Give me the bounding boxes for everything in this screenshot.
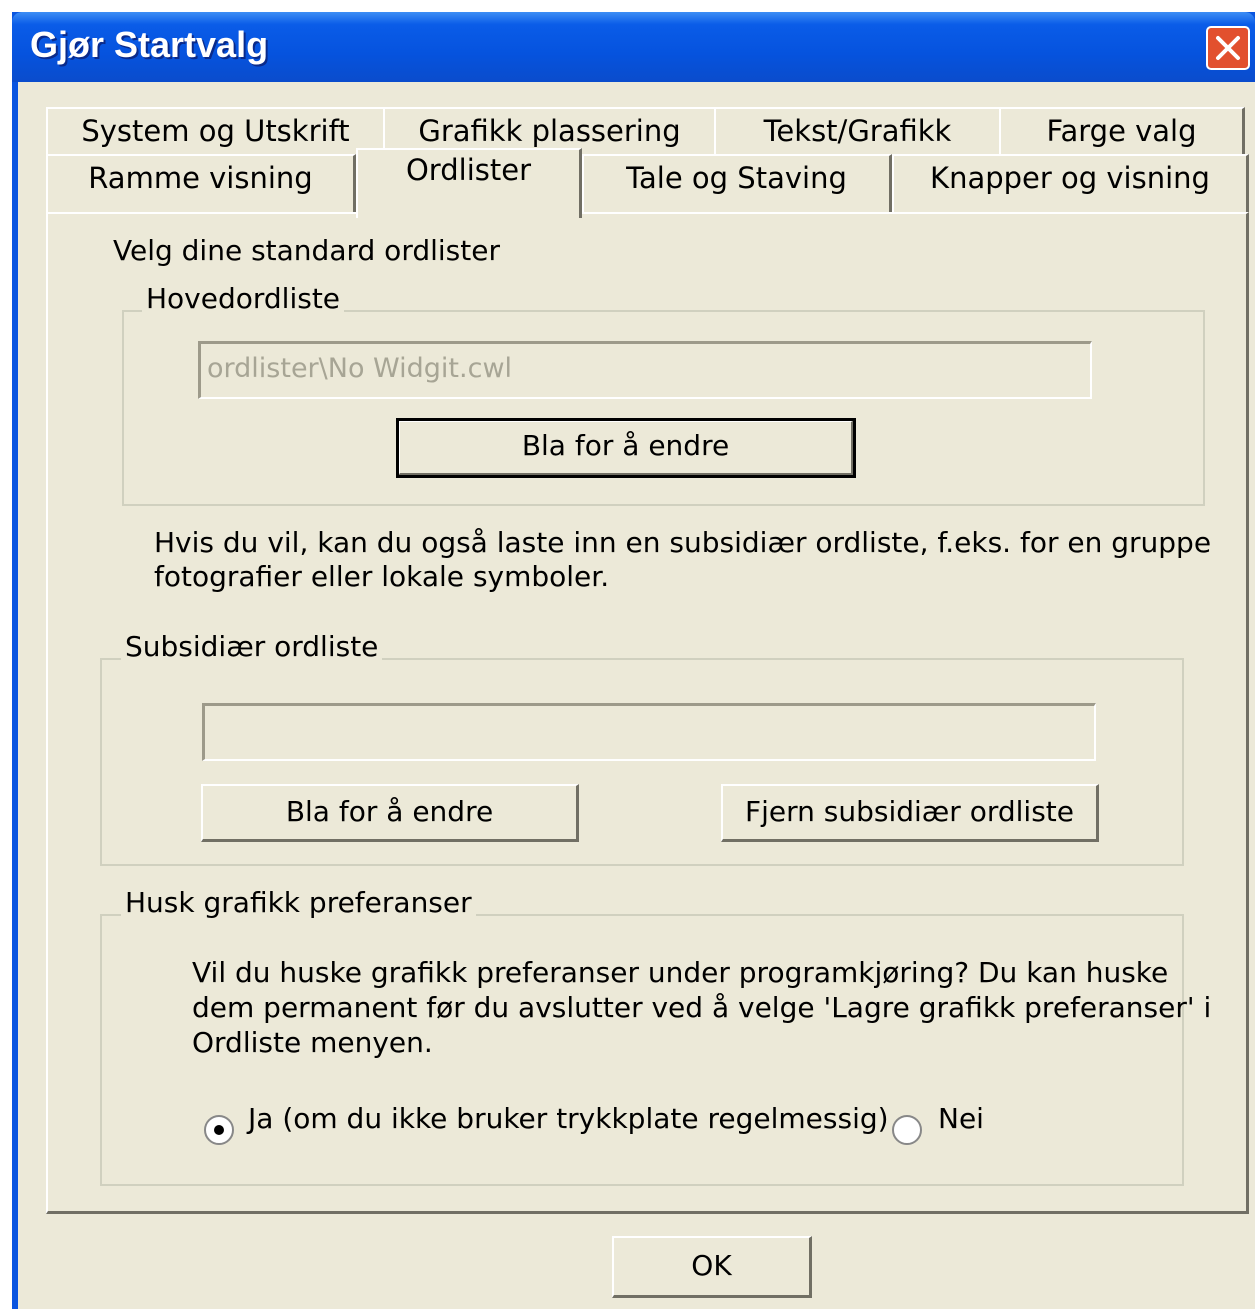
subsidiary-info-line-1: Hvis du vil, kan du også laste inn en su… — [154, 526, 1212, 559]
subsidiary-wordlist-path-field[interactable] — [202, 703, 1096, 761]
radio-no[interactable] — [892, 1115, 922, 1145]
remember-description-line-1: Vil du huske grafikk preferanser under p… — [192, 956, 1169, 989]
radio-yes-label[interactable]: Ja (om du ikke bruker trykkplate regelme… — [248, 1102, 889, 1135]
tab-tekst-grafikk[interactable]: Tekst/Grafikk — [714, 107, 1002, 155]
radio-yes[interactable] — [204, 1115, 234, 1145]
dialog-client-area: System og Utskrift Grafikk plassering Te… — [18, 82, 1255, 1309]
tab-tale-og-staving[interactable]: Tale og Staving — [582, 154, 892, 214]
main-wordlist-path-field[interactable]: ordlister\No Widgit.cwl — [198, 341, 1092, 399]
remove-subsidiary-button[interactable]: Fjern subsidiær ordliste — [721, 784, 1099, 842]
intro-text: Velg dine standard ordlister — [113, 234, 500, 267]
window-title: Gjør Startvalg — [30, 24, 269, 65]
subsidiary-browse-button[interactable]: Bla for å endre — [201, 784, 579, 842]
close-button[interactable] — [1206, 26, 1250, 70]
remember-description-line-3: Ordliste menyen. — [192, 1026, 433, 1059]
remember-preferences-group-label: Husk grafikk preferanser — [121, 886, 476, 919]
main-browse-button[interactable]: Bla for å endre — [396, 418, 856, 478]
radio-no-label[interactable]: Nei — [938, 1102, 984, 1135]
subsidiary-info-line-2: fotografier eller lokale symboler. — [154, 560, 610, 593]
tab-knapper-og-visning[interactable]: Knapper og visning — [892, 154, 1249, 214]
tab-system-og-utskrift[interactable]: System og Utskrift — [46, 107, 386, 155]
tab-farge-valg[interactable]: Farge valg — [999, 107, 1245, 155]
close-icon — [1216, 36, 1240, 60]
tab-ordlister[interactable]: Ordlister — [356, 148, 582, 218]
subsidiary-wordlist-group-label: Subsidiær ordliste — [121, 630, 383, 663]
tab-ramme-visning[interactable]: Ramme visning — [46, 154, 356, 214]
main-wordlist-group — [122, 310, 1205, 506]
dialog-window: Gjør Startvalg System og Utskrift Grafik… — [12, 12, 1255, 1309]
main-wordlist-group-label: Hovedordliste — [142, 282, 345, 315]
title-bar[interactable]: Gjør Startvalg — [12, 12, 1255, 82]
remember-description-line-2: dem permanent før du avslutter ved å vel… — [192, 991, 1212, 1024]
ok-button[interactable]: OK — [612, 1236, 812, 1298]
